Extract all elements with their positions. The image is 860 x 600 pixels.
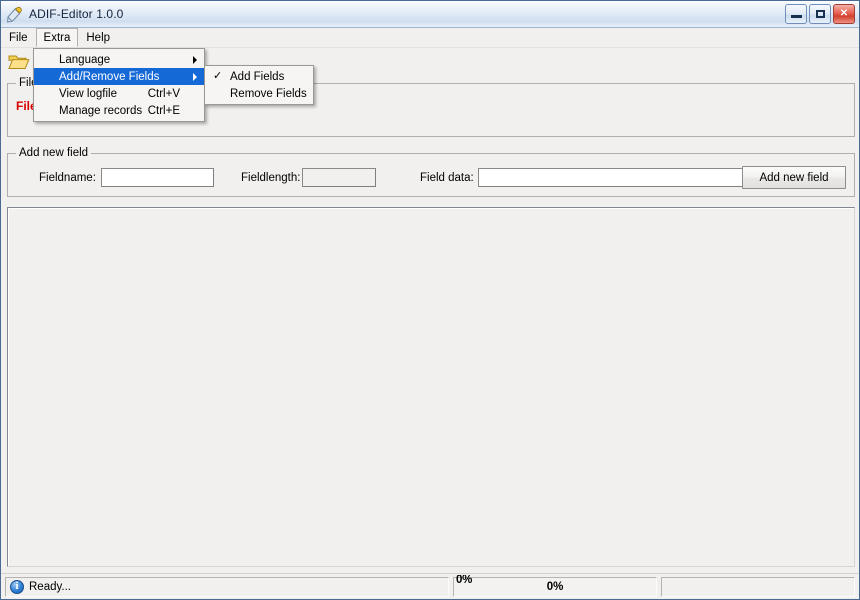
minimize-icon bbox=[791, 15, 802, 18]
status-message-panel: Ready... bbox=[5, 577, 449, 597]
open-folder-icon[interactable] bbox=[7, 50, 31, 72]
menu-item-add-fields-label: Add Fields bbox=[230, 70, 285, 83]
menubar-item-help[interactable]: Help bbox=[78, 28, 118, 47]
title-bar: ADIF-Editor 1.0.0 ✕ bbox=[1, 1, 859, 28]
fielddata-label: Field data: bbox=[420, 172, 474, 184]
maximize-icon bbox=[816, 10, 825, 18]
records-list-inner bbox=[8, 208, 854, 566]
menu-add-remove-fields-popup: ✓ Add Fields Remove Fields bbox=[204, 65, 314, 105]
status-bar: Ready... 0% 0% bbox=[1, 573, 859, 599]
window-title: ADIF-Editor 1.0.0 bbox=[29, 7, 124, 21]
app-icon bbox=[6, 6, 24, 23]
fieldlength-input[interactable] bbox=[302, 168, 376, 187]
add-new-field-groupbox: Add new field Fieldname: Fieldlength: Fi… bbox=[7, 147, 855, 197]
close-button[interactable]: ✕ bbox=[833, 4, 855, 24]
status-message: Ready... bbox=[29, 581, 71, 593]
submenu-arrow-icon bbox=[193, 72, 197, 81]
menubar-item-extra[interactable]: Extra bbox=[35, 28, 79, 47]
fieldlength-label: Fieldlength: bbox=[241, 172, 301, 184]
fielddata-input[interactable] bbox=[478, 168, 744, 187]
application-window: ADIF-Editor 1.0.0 ✕ File Extra Help File… bbox=[0, 0, 860, 600]
menu-item-remove-fields[interactable]: Remove Fields bbox=[205, 85, 313, 102]
progress-panel: 0% 0% bbox=[453, 575, 657, 597]
maximize-button[interactable] bbox=[809, 4, 831, 24]
menubar-item-file[interactable]: File bbox=[1, 28, 36, 47]
progress-overflow-label: 0% bbox=[456, 575, 472, 586]
fieldname-label: Fieldname: bbox=[39, 172, 96, 184]
menu-item-add-remove-fields-label: Add/Remove Fields bbox=[59, 70, 160, 83]
menu-extra-popup: Language Add/Remove Fields View logfile … bbox=[33, 48, 205, 122]
progress-percent-label: 0% bbox=[546, 581, 564, 593]
window-controls: ✕ bbox=[785, 4, 855, 24]
menu-item-view-logfile-shortcut: Ctrl+V bbox=[147, 87, 180, 100]
menu-item-view-logfile-label: View logfile bbox=[59, 87, 117, 100]
add-new-field-title: Add new field bbox=[16, 147, 92, 159]
minimize-button[interactable] bbox=[785, 4, 807, 24]
menu-item-manage-records[interactable]: Manage records Ctrl+E bbox=[34, 102, 204, 119]
menu-bar: File Extra Help bbox=[1, 28, 859, 48]
fieldname-input[interactable] bbox=[101, 168, 214, 187]
menu-item-manage-records-label: Manage records bbox=[59, 104, 143, 117]
info-icon bbox=[10, 580, 24, 594]
menu-item-add-fields[interactable]: ✓ Add Fields bbox=[205, 68, 313, 85]
menu-item-remove-fields-label: Remove Fields bbox=[230, 87, 307, 100]
menu-item-add-remove-fields[interactable]: Add/Remove Fields bbox=[34, 68, 204, 85]
records-list-panel[interactable] bbox=[7, 207, 855, 567]
checkmark-icon: ✓ bbox=[213, 70, 223, 82]
menu-item-view-logfile[interactable]: View logfile Ctrl+V bbox=[34, 85, 204, 102]
close-icon: ✕ bbox=[839, 8, 849, 19]
progress-bar: 0% bbox=[453, 577, 657, 597]
status-right-panel bbox=[661, 577, 855, 597]
menu-item-manage-records-shortcut: Ctrl+E bbox=[147, 104, 180, 117]
add-new-field-button[interactable]: Add new field bbox=[742, 166, 846, 189]
submenu-arrow-icon bbox=[193, 55, 197, 64]
menu-item-language[interactable]: Language bbox=[34, 51, 204, 68]
menu-item-language-label: Language bbox=[59, 53, 111, 66]
